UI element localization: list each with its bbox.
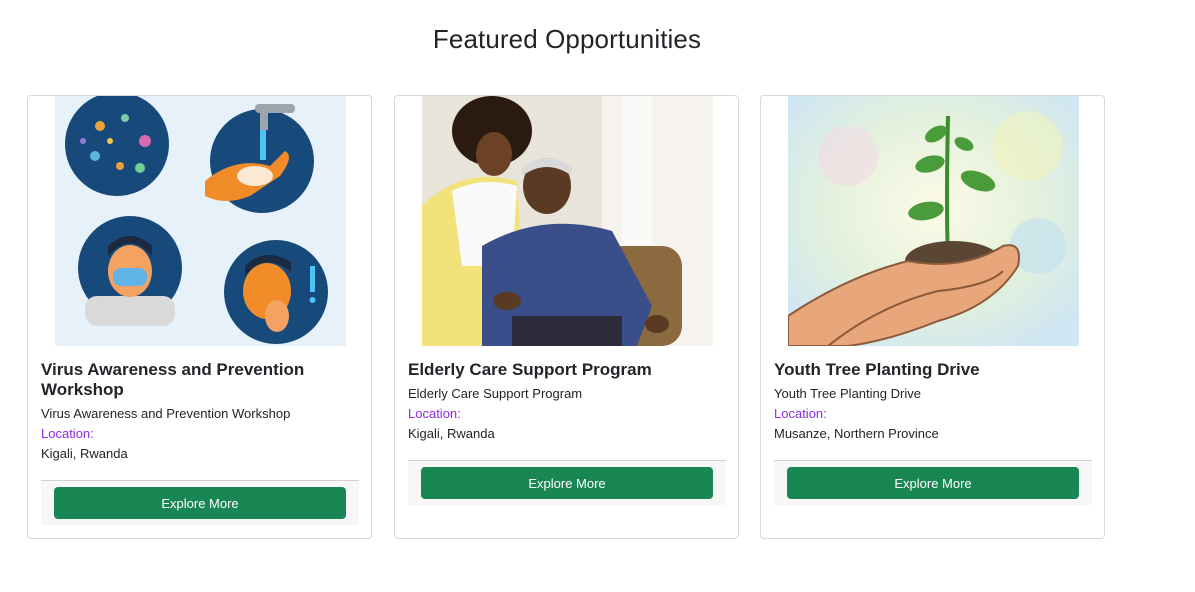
explore-more-button[interactable]: Explore More <box>421 467 713 499</box>
opportunity-card: Virus Awareness and Prevention Workshop … <box>27 95 372 539</box>
location-value: Kigali, Rwanda <box>41 446 128 461</box>
card-title: Youth Tree Planting Drive <box>774 360 980 379</box>
location-label: Location: <box>408 406 461 421</box>
card-footer: Explore More <box>408 460 726 505</box>
card-footer: Explore More <box>774 460 1092 505</box>
location-value: Musanze, Northern Province <box>774 426 939 441</box>
opportunity-card: Elderly Care Support Program Elderly Car… <box>394 95 739 539</box>
card-subtitle: Elderly Care Support Program <box>408 386 583 401</box>
card-body: Youth Tree Planting Drive Youth Tree Pla… <box>774 360 1092 444</box>
card-title: Virus Awareness and Prevention Workshop <box>41 360 305 399</box>
card-subtitle: Youth Tree Planting Drive <box>774 386 921 401</box>
location-label: Location: <box>41 426 94 441</box>
explore-more-button[interactable]: Explore More <box>54 487 346 519</box>
card-footer: Explore More <box>41 480 359 525</box>
card-title: Elderly Care Support Program <box>408 360 652 379</box>
card-image-elderly-care <box>422 96 713 346</box>
card-image-virus-prevention <box>55 96 346 346</box>
explore-more-button[interactable]: Explore More <box>787 467 1079 499</box>
card-image-seedling <box>788 96 1079 346</box>
card-subtitle: Virus Awareness and Prevention Workshop <box>41 406 291 421</box>
location-label: Location: <box>774 406 827 421</box>
opportunity-card: Youth Tree Planting Drive Youth Tree Pla… <box>760 95 1105 539</box>
location-value: Kigali, Rwanda <box>408 426 495 441</box>
card-body: Elderly Care Support Program Elderly Car… <box>408 360 726 444</box>
card-body: Virus Awareness and Prevention Workshop … <box>41 360 359 464</box>
page-title: Featured Opportunities <box>432 24 702 54</box>
